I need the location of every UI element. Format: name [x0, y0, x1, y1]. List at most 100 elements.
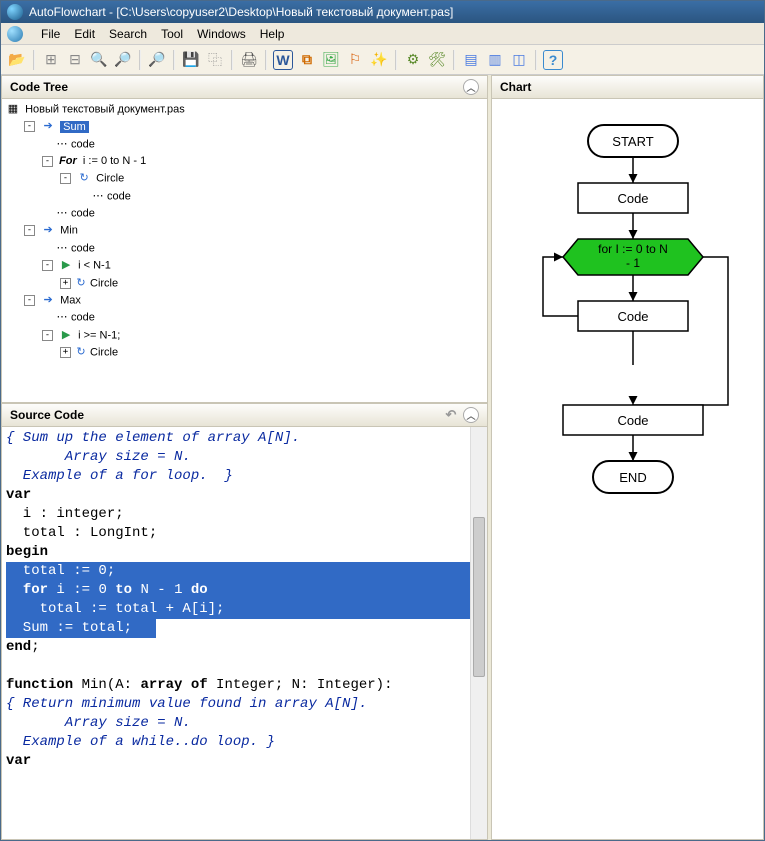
separator	[265, 50, 267, 70]
expand-all-icon[interactable]: ⊞	[41, 50, 61, 70]
src-line: { Sum up the element of array A[N].	[6, 430, 300, 446]
flowchart-svg: START Code for I := 0 to N - 1 Code	[503, 105, 753, 535]
source-code-editor[interactable]: { Sum up the element of array A[N]. Arra…	[2, 427, 487, 773]
src-line: var	[6, 753, 31, 769]
loop-icon: ↻	[74, 344, 88, 361]
code-tree[interactable]: ▦ Новый текстовый документ.pas - ➔ Sum ⋯…	[2, 99, 487, 364]
tree-item[interactable]: ⋯code	[42, 240, 485, 257]
workspace: Code Tree ︿ ▦ Новый текстовый документ.p…	[1, 75, 764, 840]
sourcecode-panel: { Sum up the element of array A[N]. Arra…	[1, 427, 488, 840]
tree-item-label: Circle	[96, 173, 124, 185]
chart-panel[interactable]: START Code for I := 0 to N - 1 Code	[491, 99, 764, 840]
src-line: var	[6, 487, 31, 503]
separator	[395, 50, 397, 70]
minus-icon[interactable]: -	[24, 225, 35, 236]
tree-item[interactable]: ⋯code	[42, 309, 485, 326]
open-icon[interactable]: 📂	[7, 50, 27, 70]
separator	[173, 50, 175, 70]
find-icon[interactable]: 🔎	[147, 50, 167, 70]
tree-cond[interactable]: - ▶ i < N-1 +↻Circle	[42, 257, 485, 292]
minus-icon[interactable]: -	[42, 260, 53, 271]
title-bar: AutoFlowchart - [C:\Users\copyuser2\Desk…	[1, 1, 764, 23]
export-code-icon[interactable]: ⧉	[297, 50, 317, 70]
tree-item-label: code	[71, 138, 95, 150]
tree-cond[interactable]: - ▶ i >= N-1; +↻Circle	[42, 327, 485, 362]
help-icon[interactable]: ?	[543, 50, 563, 70]
tree-item-label: code	[71, 207, 95, 219]
function-icon: ➔	[41, 222, 55, 239]
options-icon[interactable]: 🛠	[427, 50, 447, 70]
tree-sum[interactable]: - ➔ Sum ⋯code - For For i := 0 to N - 1 …	[24, 118, 485, 222]
zoom-in-icon[interactable]: 🔍	[89, 50, 109, 70]
src-line-selected: for i := 0 to N - 1 do	[6, 581, 483, 600]
condition-icon: ▶	[59, 327, 73, 344]
flowchart-start: START	[612, 134, 653, 149]
flowchart-code: Code	[617, 309, 648, 324]
collapse-icon[interactable]: ︿	[463, 407, 479, 423]
layout-c-icon[interactable]: ◫	[509, 50, 529, 70]
settings-icon[interactable]: ⚙	[403, 50, 423, 70]
tree-min[interactable]: - ➔ Min ⋯code - ▶ i < N-1	[24, 222, 485, 292]
tree-root-label: Новый текстовый документ.pas	[25, 103, 185, 115]
bookmark-icon[interactable]: ⚐	[345, 50, 365, 70]
plus-icon[interactable]: +	[60, 278, 71, 289]
plus-icon[interactable]: +	[60, 347, 71, 358]
tree-for[interactable]: - For For i := 0 to N - 1 i := 0 to N - …	[42, 153, 485, 205]
auto-layout-icon[interactable]: ✨	[369, 50, 389, 70]
vertical-scrollbar[interactable]	[470, 427, 487, 839]
app-icon	[7, 4, 23, 20]
collapse-icon[interactable]: ︿	[463, 79, 479, 95]
menu-windows[interactable]: Windows	[197, 27, 246, 41]
code-icon: ⋯	[55, 205, 69, 222]
menu-edit[interactable]: Edit	[74, 27, 95, 41]
minus-icon[interactable]: -	[42, 156, 53, 167]
tree-item-label: code	[107, 190, 131, 202]
menu-tool[interactable]: Tool	[161, 27, 183, 41]
tree-item[interactable]: ⋯code	[78, 188, 485, 205]
layout-a-icon[interactable]: ▤	[461, 50, 481, 70]
separator	[535, 50, 537, 70]
tree-item-label: Max	[60, 294, 81, 306]
loop-icon: ↻	[77, 170, 91, 187]
tree-circle[interactable]: +↻Circle	[60, 275, 485, 292]
export-word-icon[interactable]: W	[273, 50, 293, 70]
src-line: total : LongInt;	[6, 525, 157, 541]
scrollbar-thumb[interactable]	[473, 517, 485, 677]
save-icon[interactable]: 💾	[181, 50, 201, 70]
minus-icon[interactable]: -	[24, 295, 35, 306]
function-icon: ➔	[41, 292, 55, 309]
tree-circle[interactable]: +↻Circle	[60, 344, 485, 361]
codetree-panel: ▦ Новый текстовый документ.pas - ➔ Sum ⋯…	[1, 99, 488, 403]
print-icon[interactable]: 🖨	[239, 50, 259, 70]
tree-sum-label: Sum	[60, 121, 89, 133]
flowchart-code: Code	[617, 191, 648, 206]
chart-title: Chart	[500, 80, 531, 94]
src-line-selected: total := total + A[i];	[6, 600, 483, 619]
menu-search[interactable]: Search	[109, 27, 147, 41]
code-icon: ⋯	[55, 240, 69, 257]
tree-for-text: i := 0 to N - 1	[80, 155, 146, 167]
zoom-out-icon[interactable]: 🔎	[113, 50, 133, 70]
tree-item-label: Circle	[90, 277, 118, 289]
collapse-all-icon[interactable]: ⊟	[65, 50, 85, 70]
tree-item[interactable]: ⋯code	[42, 205, 485, 222]
menu-file[interactable]: File	[41, 27, 60, 41]
tree-max[interactable]: - ➔ Max ⋯code - ▶ i >= N-1;	[24, 292, 485, 362]
tree-item-label: code	[71, 312, 95, 324]
layout-b-icon[interactable]: ▥	[485, 50, 505, 70]
minus-icon[interactable]: -	[60, 173, 71, 184]
copy-icon[interactable]: ⿻	[205, 50, 225, 70]
menu-help[interactable]: Help	[260, 27, 285, 41]
menu-bar: File Edit Search Tool Windows Help	[1, 23, 764, 45]
export-image-icon[interactable]: 🖼	[321, 50, 341, 70]
minus-icon[interactable]: -	[42, 330, 53, 341]
code-icon: ⋯	[55, 309, 69, 326]
tree-circle[interactable]: - ↻ Circle ⋯code	[60, 170, 485, 205]
code-icon: ⋯	[55, 136, 69, 153]
tree-root[interactable]: ▦ Новый текстовый документ.pas - ➔ Sum ⋯…	[6, 101, 485, 362]
undo-icon[interactable]: ↶	[443, 407, 459, 423]
src-line-selected: total := 0;	[6, 562, 483, 581]
minus-icon[interactable]: -	[24, 121, 35, 132]
loop-icon: ↻	[74, 275, 88, 292]
tree-item[interactable]: ⋯code	[42, 136, 485, 153]
